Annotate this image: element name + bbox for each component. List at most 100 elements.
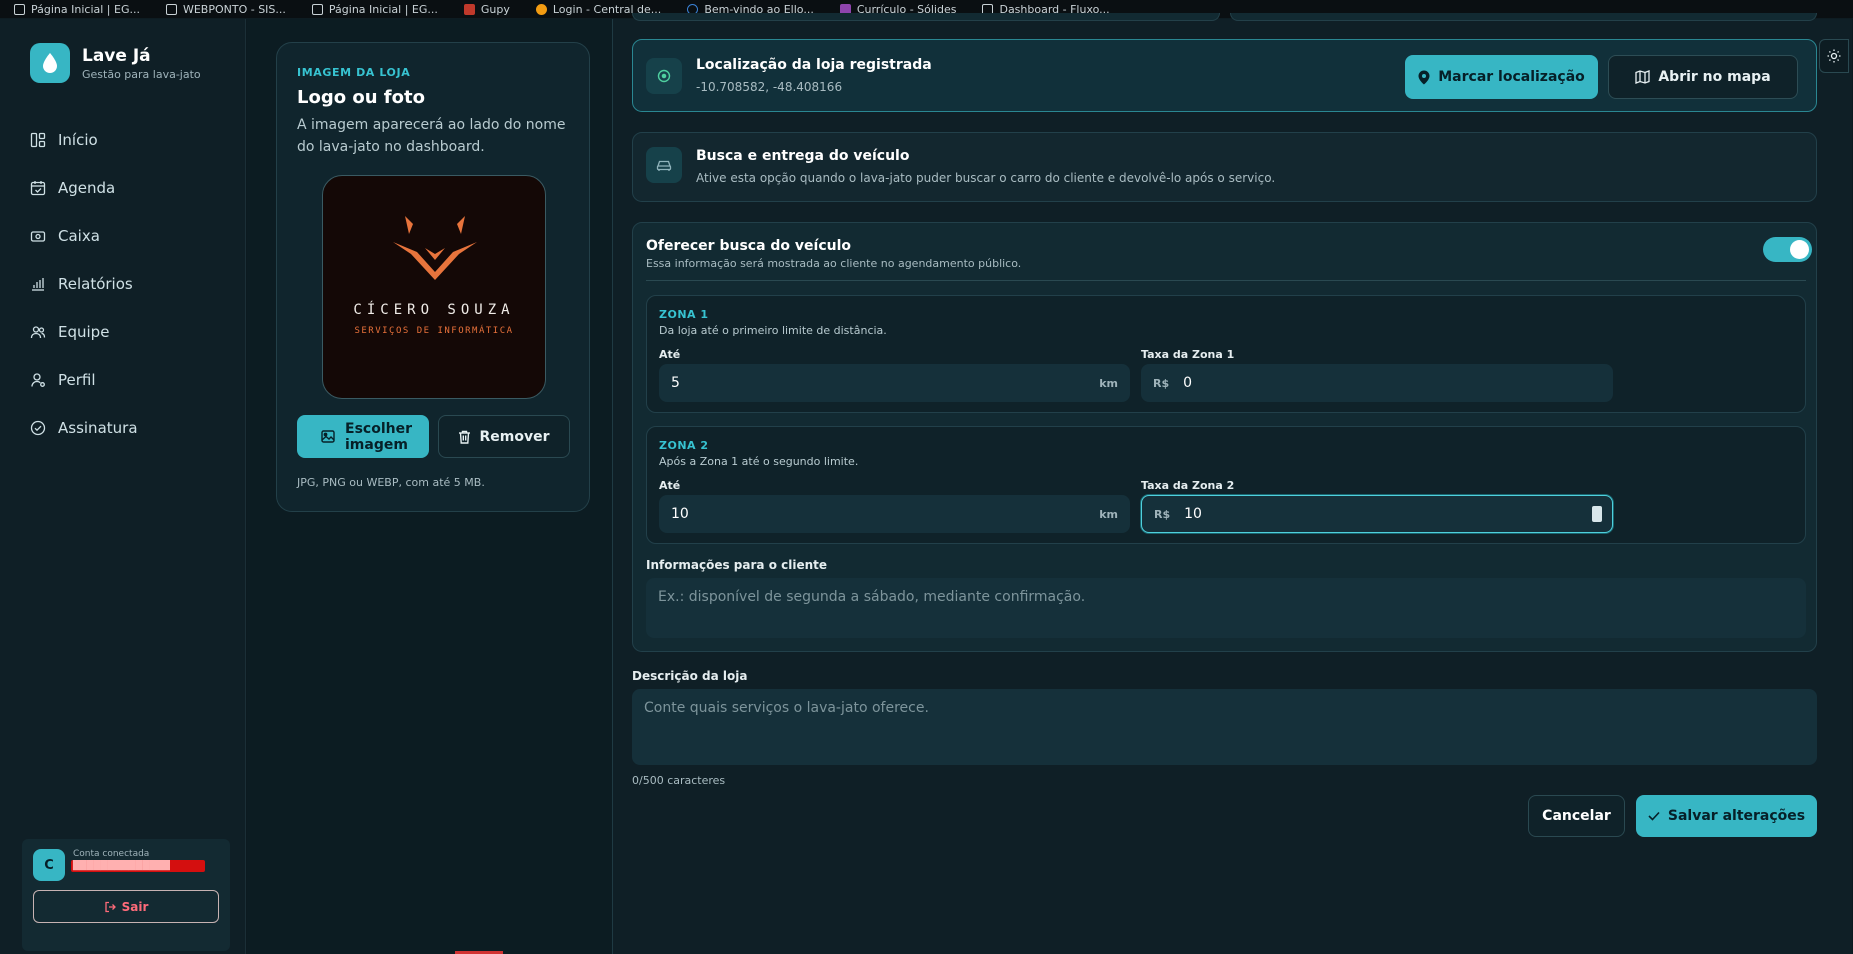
sidebar-item-assinatura[interactable]: Assinatura xyxy=(30,404,138,452)
distance-value: 10 xyxy=(671,506,689,522)
bookmark-item[interactable]: WEBPONTO - SIS... xyxy=(165,2,286,16)
unit-label: km xyxy=(1099,507,1118,521)
zone-title: ZONA 1 xyxy=(659,308,709,321)
bookmark-label: Página Inicial | EG... xyxy=(328,2,438,16)
account-label: Conta conectada xyxy=(73,849,150,859)
sidebar-item-equipe[interactable]: Equipe xyxy=(30,308,138,356)
zone-2-distance-input[interactable]: 10 km xyxy=(659,495,1130,533)
bookmark-item[interactable]: Gupy xyxy=(463,3,510,16)
location-card: Localização da loja registrada -10.70858… xyxy=(632,39,1817,112)
sidebar-item-label: Assinatura xyxy=(58,419,138,437)
zone-description: Após a Zona 1 até o segundo limite. xyxy=(659,455,859,468)
sidebar-item-label: Perfil xyxy=(58,371,96,389)
account-panel: C Conta conectada ██████████████ Sair xyxy=(22,839,230,951)
choose-image-button[interactable]: Escolher imagem xyxy=(297,415,429,458)
distance-label: Até xyxy=(659,348,681,361)
cancel-label: Cancelar xyxy=(1542,808,1611,824)
cash-icon xyxy=(30,231,46,242)
choose-image-label: Escolher imagem xyxy=(345,420,412,453)
logout-button[interactable]: Sair xyxy=(33,890,219,923)
sidebar-item-agenda[interactable]: Agenda xyxy=(30,164,138,212)
offer-description: Essa informação será mostrada ao cliente… xyxy=(646,257,1022,270)
open-map-button[interactable]: Abrir no mapa xyxy=(1608,55,1798,99)
zone-1-fee-input[interactable]: R$ 0 xyxy=(1141,364,1613,402)
distance-value: 5 xyxy=(671,375,680,391)
pickup-delivery-card: Busca e entrega do veículo Ative esta op… xyxy=(632,132,1817,202)
sidebar-item-label: Agenda xyxy=(58,179,116,197)
client-info-textarea[interactable]: Ex.: disponível de segunda a sábado, med… xyxy=(646,578,1806,638)
account-email-redacted: ██████████████ xyxy=(71,860,205,872)
textarea-placeholder: Conte quais serviços o lava-jato oferece… xyxy=(644,700,929,716)
bookmark-item[interactable]: Página Inicial | EG... xyxy=(14,3,140,16)
check-circle-icon xyxy=(30,420,46,436)
zone-2-fee-input[interactable]: R$ 10 xyxy=(1141,495,1613,533)
divider xyxy=(646,280,1806,281)
water-drop-icon xyxy=(30,43,70,83)
zone-description: Da loja até o primeiro limite de distânc… xyxy=(659,324,887,337)
sun-icon xyxy=(1827,49,1841,63)
avatar: C xyxy=(33,849,65,881)
file-format-note: JPG, PNG ou WEBP, com até 5 MB. xyxy=(297,476,485,489)
bookmark-item[interactable]: Página Inicial | EG... xyxy=(311,2,438,16)
sidebar-item-label: Caixa xyxy=(58,227,100,245)
offer-pickup-toggle[interactable] xyxy=(1763,237,1812,262)
save-label: Salvar alterações xyxy=(1667,808,1806,824)
calendar-icon xyxy=(30,181,46,196)
fee-value: 0 xyxy=(1183,375,1193,391)
brand[interactable]: Lave Já Gestão para lava-jato xyxy=(30,43,201,83)
zone-1-distance-input[interactable]: 5 km xyxy=(659,364,1130,402)
location-coordinates: -10.708582, -48.408166 xyxy=(696,80,843,94)
mark-location-label: Marcar localização xyxy=(1438,69,1585,85)
check-icon xyxy=(1648,811,1660,821)
store-logo-preview: CÍCERO SOUZA SERVIÇOS DE INFORMÁTICA xyxy=(322,175,546,399)
profile-icon xyxy=(31,373,45,387)
store-description-textarea[interactable]: Conte quais serviços o lava-jato oferece… xyxy=(632,689,1817,765)
map-pin-icon xyxy=(1418,70,1430,84)
distance-label: Até xyxy=(659,479,681,492)
card-eyebrow: IMAGEM DA LOJA xyxy=(297,66,411,79)
bookmark-label: WEBPONTO - SIS... xyxy=(182,2,286,16)
chart-icon xyxy=(32,278,44,291)
card-title: Logo ou foto xyxy=(297,87,425,108)
unit-label: km xyxy=(1099,376,1118,390)
number-spinner[interactable] xyxy=(1592,506,1602,522)
brand-title: Lave Já xyxy=(82,45,151,66)
page-icon xyxy=(14,3,25,15)
zone-1-card: ZONA 1 Da loja até o primeiro limite de … xyxy=(646,295,1806,413)
main-nav: Início Agenda Caixa Relatórios Equipe Pe… xyxy=(30,116,138,452)
sidebar-item-inicio[interactable]: Início xyxy=(30,116,138,164)
input-edge xyxy=(1229,13,1817,21)
page-icon xyxy=(165,3,177,15)
sidebar-item-caixa[interactable]: Caixa xyxy=(30,212,138,260)
fee-value: 10 xyxy=(1184,506,1202,522)
bookmark-label: Página Inicial | EG... xyxy=(31,2,140,16)
theme-toggle-button[interactable] xyxy=(1819,39,1849,73)
sidebar-item-label: Relatórios xyxy=(58,275,133,293)
sidebar-item-relatorios[interactable]: Relatórios xyxy=(30,260,138,308)
settings-panel: Localização da loja registrada -10.70858… xyxy=(612,13,1852,954)
textarea-placeholder: Ex.: disponível de segunda a sábado, med… xyxy=(658,589,1086,605)
logo-wordmark: CÍCERO SOUZA xyxy=(353,302,515,318)
cancel-button[interactable]: Cancelar xyxy=(1528,795,1625,837)
currency-label: R$ xyxy=(1154,507,1171,521)
map-icon xyxy=(1635,70,1650,84)
pickup-description: Ative esta opção quando o lava-jato pude… xyxy=(696,171,1276,185)
open-map-label: Abrir no mapa xyxy=(1658,69,1771,85)
team-icon xyxy=(30,326,46,339)
sidebar-item-label: Equipe xyxy=(58,323,110,341)
mark-location-button[interactable]: Marcar localização xyxy=(1405,55,1598,99)
card-description: A imagem aparecerá ao lado do nome do la… xyxy=(297,117,566,155)
toggle-knob xyxy=(1790,240,1809,259)
pickup-title: Busca e entrega do veículo xyxy=(696,148,910,164)
logout-icon xyxy=(104,901,116,912)
sidebar-item-perfil[interactable]: Perfil xyxy=(30,356,138,404)
trash-icon xyxy=(459,430,471,444)
target-icon xyxy=(646,58,682,94)
logo-tagline: SERVIÇOS DE INFORMÁTICA xyxy=(354,326,514,336)
client-info-label: Informações para o cliente xyxy=(646,558,828,572)
remove-image-label: Remover xyxy=(479,428,550,445)
page-icon xyxy=(311,3,323,15)
offer-title: Oferecer busca do veículo xyxy=(646,238,852,254)
remove-image-button[interactable]: Remover xyxy=(438,415,570,458)
save-button[interactable]: Salvar alterações xyxy=(1636,795,1817,837)
